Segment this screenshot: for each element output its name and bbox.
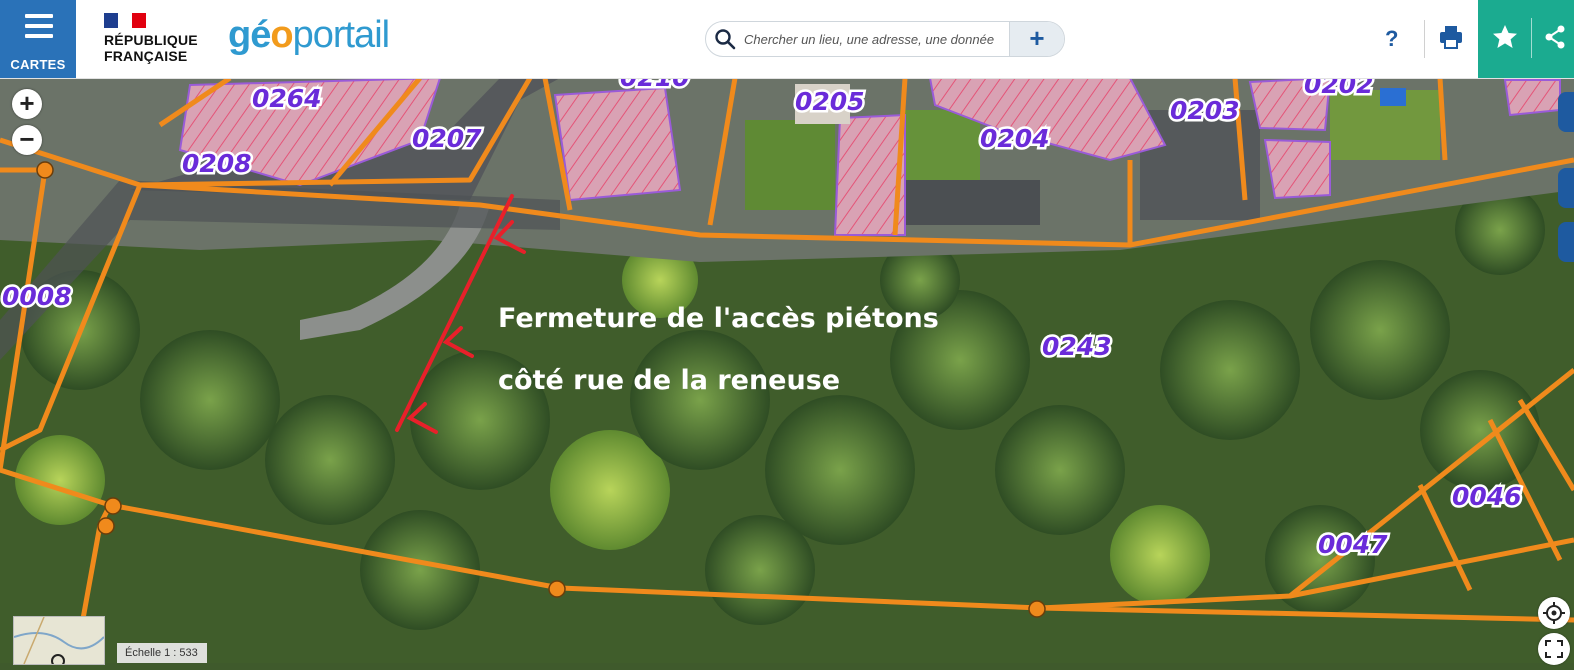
crosshair-icon xyxy=(1543,602,1565,624)
garden xyxy=(745,120,835,210)
garden xyxy=(900,110,980,180)
annotation-line-1: Fermeture de l'accès piétons xyxy=(498,303,939,334)
minimap-graphic xyxy=(14,617,104,664)
republic-line-2: FRANÇAISE xyxy=(104,48,188,64)
help-button[interactable]: ? xyxy=(1385,26,1398,52)
star-icon[interactable] xyxy=(1490,22,1520,52)
hamburger-icon xyxy=(25,14,53,44)
maps-menu-label: CARTES xyxy=(10,57,66,72)
layers-tab-icon[interactable] xyxy=(1558,92,1574,132)
fullscreen-button[interactable] xyxy=(1538,633,1570,665)
search-input[interactable] xyxy=(742,26,1008,52)
parcel-label: 0210 xyxy=(620,78,690,92)
cadastral-map: 0264 0207 0208 0210 0205 0204 0203 0202 … xyxy=(0,78,1574,663)
geolocate-button[interactable] xyxy=(1538,597,1570,629)
parcel-label: 0202 xyxy=(1304,78,1374,99)
toolbar-divider xyxy=(1424,20,1425,58)
scale-indicator: Échelle 1 : 533 xyxy=(117,643,207,663)
zoom-out-button[interactable]: − xyxy=(12,125,42,155)
overview-minimap[interactable] xyxy=(13,616,105,665)
parcel-label: 0204 xyxy=(980,124,1050,153)
top-bar: CARTES RÉPUBLIQUE FRANÇAISE géoportail +… xyxy=(0,0,1574,79)
parcel-label: 0243 xyxy=(1042,332,1112,361)
advanced-search-button[interactable]: + xyxy=(1009,22,1064,56)
zoom-in-button[interactable]: + xyxy=(12,89,42,119)
parcel-label: 0207 xyxy=(412,124,482,153)
map-view[interactable]: 0264 0207 0208 0210 0205 0204 0203 0202 … xyxy=(0,78,1574,663)
share-icon[interactable] xyxy=(1540,22,1570,52)
parcel-label: 0208 xyxy=(182,149,252,178)
parcel-label: 0264 xyxy=(252,84,322,113)
annotation-line-2: côté rue de la reneuse xyxy=(498,365,840,396)
collapse-tab-icon[interactable] xyxy=(1558,168,1574,208)
logo-part-2: o xyxy=(270,14,293,56)
parcel-label: 0205 xyxy=(795,87,865,116)
maps-menu-button[interactable]: CARTES xyxy=(0,0,76,78)
favorites-divider xyxy=(1531,18,1532,58)
fullscreen-icon xyxy=(1545,640,1563,658)
parcel-label: 0047 xyxy=(1318,530,1388,559)
search-icon[interactable] xyxy=(714,28,736,50)
republic-wordmark: RÉPUBLIQUE FRANÇAISE xyxy=(104,32,198,64)
print-icon[interactable] xyxy=(1438,24,1464,50)
logo-part-1: gé xyxy=(228,14,271,56)
french-flag-icon xyxy=(104,13,146,28)
parcel-label: 0203 xyxy=(1170,96,1240,125)
republic-line-1: RÉPUBLIQUE xyxy=(104,32,198,48)
logo-part-3: portail xyxy=(292,14,390,56)
parcel-label: 0008 xyxy=(2,282,72,311)
favorites-panel xyxy=(1478,0,1574,78)
geoportail-logo[interactable]: géoportail xyxy=(228,14,390,57)
parcel-label: 0046 xyxy=(1452,482,1522,511)
tools-tab-icon[interactable] xyxy=(1558,222,1574,262)
search-bar: + xyxy=(705,21,1065,57)
